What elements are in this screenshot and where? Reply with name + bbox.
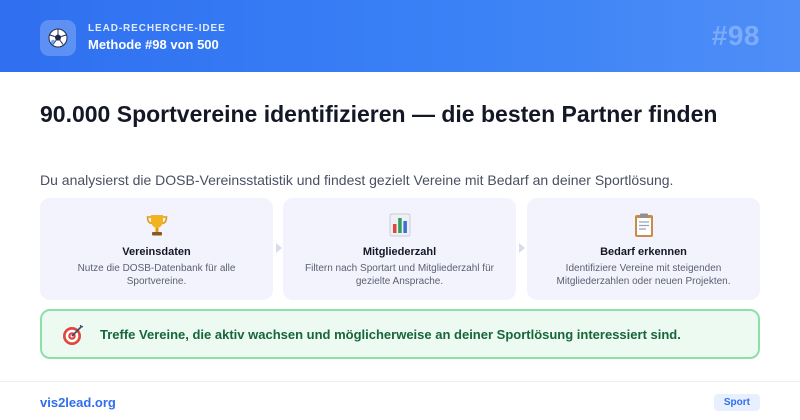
steps-row: Vereinsdaten Nutze die DOSB-Datenbank fü… bbox=[40, 198, 760, 300]
step-title: Mitgliederzahl bbox=[362, 246, 437, 258]
logo bbox=[40, 20, 76, 56]
insight-callout: Treffe Vereine, die aktiv wachsen und mö… bbox=[40, 309, 760, 359]
footer-divider bbox=[0, 381, 800, 382]
header-method: Methode #98 von 500 bbox=[88, 37, 219, 52]
footer-site-link[interactable]: vis2lead.org bbox=[40, 395, 116, 410]
page-subtitle: Du analysierst die DOSB-Vereinsstatistik… bbox=[40, 172, 674, 188]
step-card-vereinsdaten: Vereinsdaten Nutze die DOSB-Datenbank fü… bbox=[40, 198, 273, 300]
header-banner: LEAD-RECHERCHE-IDEE Methode #98 von 500 … bbox=[0, 0, 800, 72]
step-title: Bedarf erkennen bbox=[600, 246, 687, 258]
category-tag: Sport bbox=[713, 394, 760, 411]
clipboard-icon bbox=[634, 213, 653, 237]
step-description: Identifiziere Vereine mit steigenden Mit… bbox=[556, 263, 731, 287]
step-description: Filtern nach Sportart und Mitgliederzahl… bbox=[305, 263, 494, 287]
step-card-mitgliederzahl: Mitgliederzahl Filtern nach Sportart und… bbox=[283, 198, 516, 300]
method-number-badge: #98 bbox=[711, 20, 760, 51]
header-kicker: LEAD-RECHERCHE-IDEE bbox=[88, 23, 226, 34]
trophy-icon bbox=[146, 215, 167, 236]
step-title: Vereinsdaten bbox=[122, 246, 191, 258]
step-description: Nutze die DOSB-Datenbank für alle Sportv… bbox=[77, 263, 236, 287]
step-arrow bbox=[519, 243, 525, 253]
target-icon bbox=[63, 324, 84, 345]
step-card-bedarf-erkennen: Bedarf erkennen Identifiziere Vereine mi… bbox=[527, 198, 760, 300]
soccer-ball-icon bbox=[48, 28, 68, 48]
page-title: 90.000 Sportvereine identifizieren — die… bbox=[40, 101, 718, 127]
callout-text: Treffe Vereine, die aktiv wachsen und mö… bbox=[100, 327, 681, 342]
bar-chart-icon bbox=[389, 213, 410, 237]
step-arrow bbox=[276, 243, 282, 253]
